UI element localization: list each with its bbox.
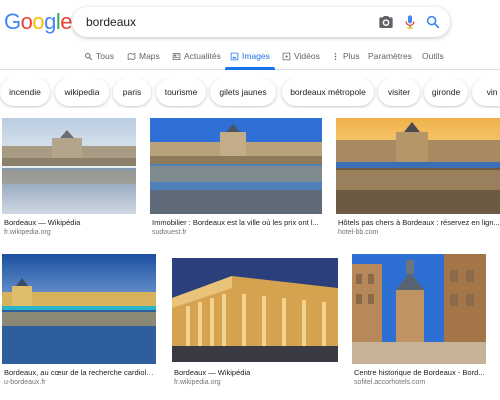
result-thumbnail[interactable]	[336, 118, 500, 214]
image-result[interactable]: Bordeaux, au cœur de la recherche cardio…	[2, 254, 156, 394]
video-icon	[282, 52, 291, 60]
chip[interactable]: vin	[472, 78, 500, 106]
related-searches: incendie wikipedia paris tourisme gilets…	[0, 78, 500, 108]
result-title[interactable]: Bordeaux, au cœur de la recherche cardio…	[4, 368, 156, 377]
map-icon	[127, 52, 136, 60]
result-title[interactable]: Hôtels pas chers à Bordeaux : réservez e…	[338, 218, 500, 227]
result-title[interactable]: Centre historique de Bordeaux - Bord...	[354, 368, 486, 377]
result-source: sofitel.accorhotels.com	[354, 379, 426, 386]
chip[interactable]: wikipedia	[55, 78, 109, 106]
result-source: u-bordeaux.fr	[4, 379, 46, 386]
logo-letter: o	[20, 9, 33, 34]
image-result[interactable]: Centre historique de Bordeaux - Bord... …	[352, 254, 486, 394]
search-box[interactable]: bordeaux	[72, 7, 450, 37]
search-icon[interactable]	[425, 14, 441, 30]
tab-label: Outils	[422, 51, 444, 61]
search-icon	[85, 52, 93, 60]
chip[interactable]: gilets jaunes	[210, 78, 276, 106]
camera-icon[interactable]	[378, 14, 394, 30]
result-thumbnail[interactable]	[352, 254, 486, 364]
result-thumbnail[interactable]	[150, 118, 322, 214]
result-thumbnail[interactable]	[2, 254, 156, 364]
active-tab-indicator	[225, 67, 275, 70]
tab-tools[interactable]: Outils	[422, 51, 444, 61]
chip[interactable]: visiter	[378, 78, 420, 106]
chip[interactable]: bordeaux métropole	[282, 78, 374, 106]
mic-icon[interactable]	[402, 14, 418, 30]
tab-videos[interactable]: Vidéos	[282, 51, 320, 61]
chip[interactable]: incendie	[0, 78, 50, 106]
result-source: hotel-bb.com	[338, 229, 379, 236]
image-result[interactable]: Hôtels pas chers à Bordeaux : réservez e…	[336, 118, 500, 242]
tab-settings[interactable]: Paramètres	[368, 51, 412, 61]
tab-label: Vidéos	[294, 51, 320, 61]
result-title[interactable]: Immobilier : Bordeaux est la ville où le…	[152, 218, 322, 227]
tab-label: Maps	[139, 51, 160, 61]
tab-news[interactable]: Actualités	[172, 51, 221, 61]
image-icon	[230, 52, 239, 60]
logo-letter: e	[60, 9, 73, 34]
google-logo[interactable]: Google	[4, 9, 73, 35]
image-result[interactable]: Immobilier : Bordeaux est la ville où le…	[150, 118, 322, 242]
image-result[interactable]: Bordeaux — Wikipédia fr.wikipedia.org	[2, 118, 136, 242]
chip[interactable]: tourisme	[156, 78, 206, 106]
result-title[interactable]: Bordeaux — Wikipédia	[174, 368, 338, 377]
result-source: sudouest.fr	[152, 229, 187, 236]
result-source: fr.wikipedia.org	[174, 379, 221, 386]
header: Google bordeaux	[0, 0, 500, 44]
tab-label: Plus	[343, 51, 360, 61]
tab-label: Actualités	[184, 51, 221, 61]
tab-label: Tous	[96, 51, 114, 61]
logo-letter: o	[32, 9, 45, 34]
logo-letter: G	[4, 9, 21, 34]
tab-more[interactable]: Plus	[331, 51, 360, 61]
result-thumbnail[interactable]	[2, 118, 136, 214]
result-source: fr.wikipedia.org	[4, 229, 51, 236]
chip[interactable]: gironde	[424, 78, 468, 106]
image-result[interactable]: Bordeaux — Wikipédia fr.wikipedia.org	[172, 258, 338, 394]
search-input[interactable]: bordeaux	[86, 15, 136, 29]
result-title[interactable]: Bordeaux — Wikipédia	[4, 218, 136, 227]
result-thumbnail[interactable]	[172, 258, 338, 362]
more-vertical-icon	[334, 52, 337, 60]
news-icon	[172, 52, 181, 60]
tab-label: Images	[242, 51, 270, 61]
tab-all[interactable]: Tous	[84, 51, 114, 61]
logo-letter: g	[44, 9, 56, 34]
tab-images[interactable]: Images	[230, 51, 270, 61]
chip[interactable]: paris	[113, 78, 151, 106]
tab-label: Paramètres	[368, 51, 412, 61]
tab-maps[interactable]: Maps	[127, 51, 160, 61]
